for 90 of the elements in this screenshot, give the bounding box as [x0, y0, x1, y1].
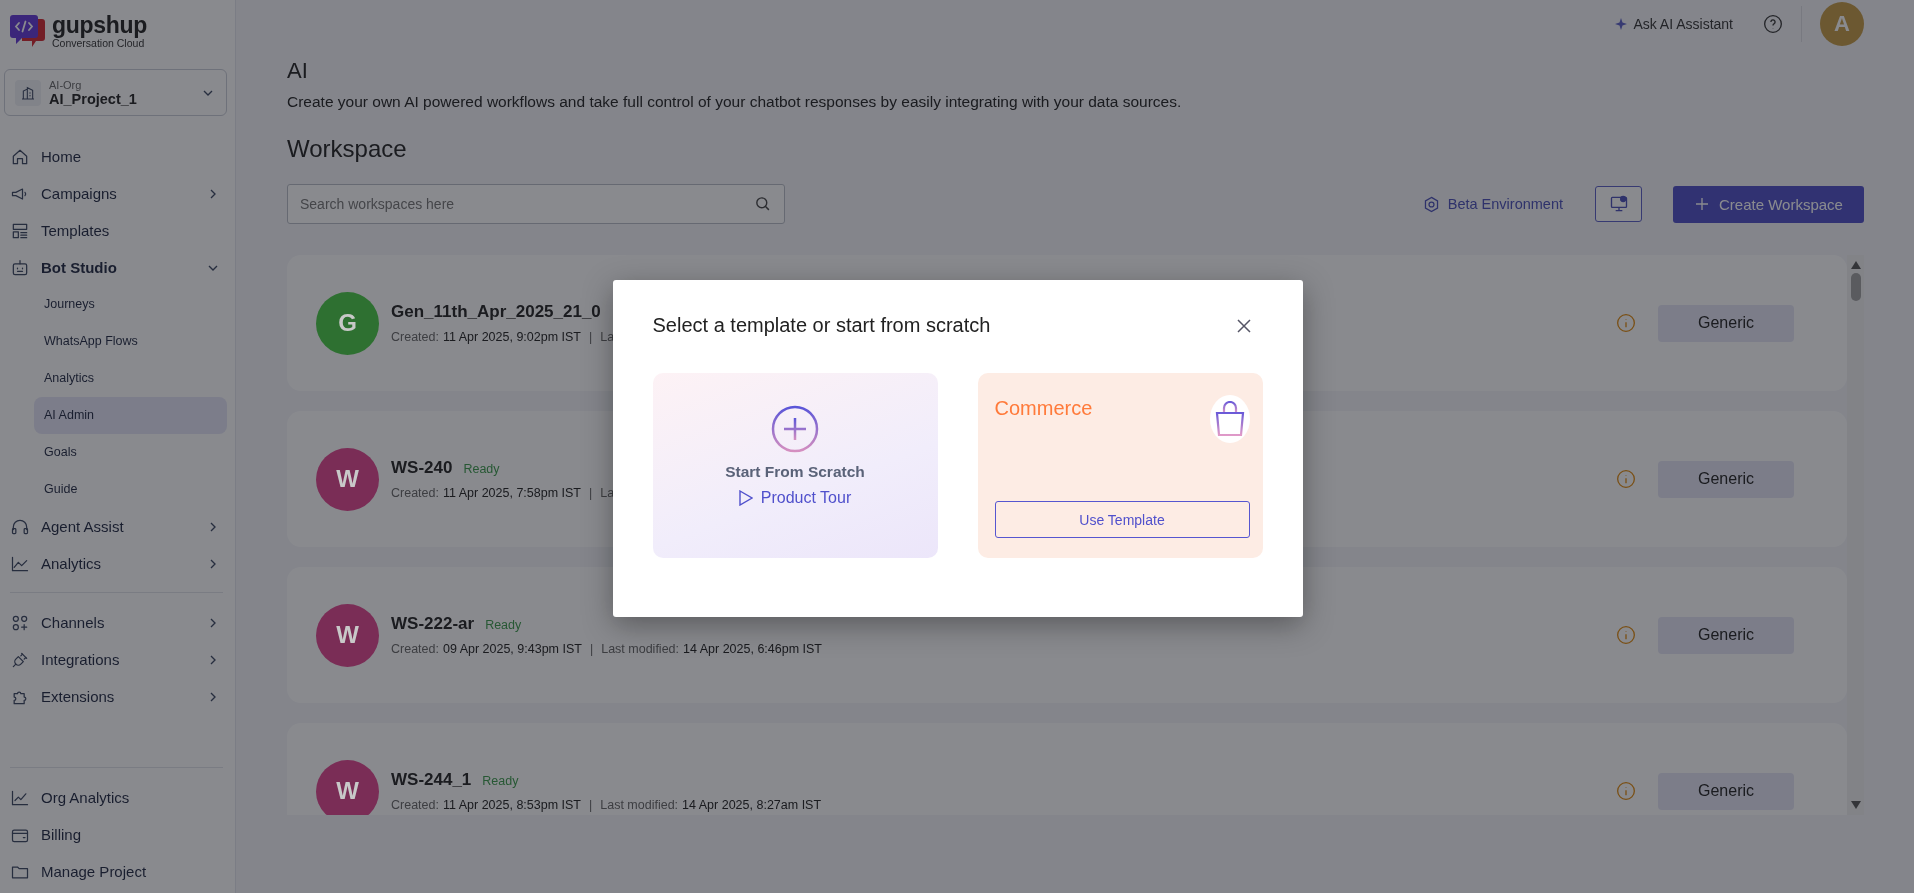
plus-circle-icon — [771, 405, 819, 453]
product-tour-link[interactable]: Product Tour — [738, 489, 852, 507]
sidebar-subitem[interactable]: Guide — [34, 471, 227, 508]
status-label: Ready — [485, 618, 522, 632]
workspace-name[interactable]: WS-244_1 — [391, 770, 472, 790]
use-template-button[interactable]: Use Template — [994, 501, 1250, 538]
template-title: Commerce — [994, 397, 1093, 420]
modified-label: La — [600, 486, 615, 500]
sidebar-subitem[interactable]: WhatsApp Flows — [34, 323, 227, 360]
workspace-avatar: W — [316, 447, 379, 511]
workspace-name[interactable]: WS-240 — [391, 458, 453, 478]
monitor-button[interactable] — [1595, 186, 1642, 222]
info-icon — [1616, 625, 1636, 645]
status-label: Ready — [482, 774, 519, 788]
project-name: AI_Project_1 — [49, 90, 138, 107]
plus-icon — [1694, 196, 1710, 212]
help-icon — [1763, 14, 1783, 34]
monitor-icon — [1608, 194, 1629, 214]
created-label: Created: — [391, 486, 439, 500]
workspace-avatar: W — [316, 603, 379, 667]
created-label: Created: — [391, 642, 439, 656]
workspace-type-button[interactable]: Generic — [1658, 460, 1794, 498]
search-field[interactable]: Search workspaces here — [287, 184, 785, 224]
sidebar-item[interactable]: Campaigns — [0, 175, 235, 212]
workspace-type-button[interactable]: Generic — [1658, 304, 1794, 342]
section-title: Workspace — [287, 134, 408, 164]
sidebar-item[interactable]: Bot Studio — [0, 249, 235, 286]
scroll-down-icon — [1850, 801, 1861, 809]
scrollbar-thumb[interactable] — [1850, 273, 1861, 301]
modified-label: Last modified: — [600, 798, 679, 812]
org-name: AI-Org — [49, 78, 83, 91]
page-description: Create your own AI powered workflows and take full control of your chatbot responses by easily integrating with your data sources. — [287, 93, 1183, 111]
sidebar-item[interactable]: Home — [0, 138, 235, 175]
created-date: 09 Apr 2025, 9:43pm IST — [442, 642, 582, 656]
hexagon-icon — [1422, 195, 1440, 213]
ai-assistant-link[interactable]: Ask AI Assistant — [1615, 16, 1745, 32]
created-label: Created: — [391, 798, 439, 812]
created-date: 11 Apr 2025, 7:58pm IST — [442, 486, 581, 500]
workspace-name[interactable]: WS-222-ar — [391, 614, 475, 634]
created-date: 11 Apr 2025, 9:02pm IST — [442, 330, 581, 344]
separator: | — [589, 798, 593, 812]
option-title: Start From Scratch — [725, 463, 865, 481]
workspace-type-button[interactable]: Generic — [1658, 616, 1794, 654]
sidebar-subitem[interactable]: Journeys — [34, 286, 227, 323]
workspace-avatar: G — [316, 291, 379, 355]
beta-environment-button[interactable]: Beta Environment — [1416, 194, 1569, 214]
close-icon — [1236, 318, 1251, 333]
dialog-title: Select a template or start from scratch — [652, 314, 991, 337]
modified-label: Last modified: — [601, 642, 679, 656]
start-from-scratch-card[interactable]: Start From Scratch Product Tour — [652, 373, 938, 558]
separator: | — [589, 330, 593, 344]
play-icon — [738, 490, 753, 506]
sidebar-item[interactable]: Org Analytics — [0, 779, 235, 816]
sidebar-subitem[interactable]: Goals — [34, 434, 227, 471]
sidebar-subitem[interactable]: AI Admin — [34, 397, 227, 434]
brand-tagline: Conversation Cloud — [52, 36, 145, 50]
search-icon — [754, 195, 771, 212]
info-icon — [1616, 469, 1636, 489]
brand-name: gupshup — [52, 12, 147, 37]
close-button[interactable] — [1236, 318, 1251, 333]
info-icon — [1616, 313, 1636, 333]
page-title: AI — [287, 57, 309, 85]
create-workspace-button[interactable]: Create Workspace — [1673, 185, 1864, 223]
sidebar-item[interactable]: Billing — [0, 816, 235, 853]
workspace-type-button[interactable]: Generic — [1658, 772, 1794, 810]
workspace-name[interactable]: Gen_11th_Apr_2025_21_0 — [391, 302, 601, 322]
sidebar-item[interactable]: Manage Project — [0, 853, 235, 890]
scroll-up-icon — [1850, 261, 1861, 269]
created-label: Created: — [391, 330, 439, 344]
separator: | — [589, 642, 594, 656]
workspace-avatar: W — [316, 759, 379, 815]
info-icon — [1616, 781, 1636, 801]
sidebar-item[interactable]: Integrations — [0, 641, 235, 678]
modified-date: 14 Apr 2025, 8:27am IST — [682, 798, 822, 812]
sparkle-icon — [1615, 18, 1628, 30]
sidebar-item[interactable]: Extensions — [0, 678, 235, 715]
sidebar-item[interactable]: Agent Assist — [0, 508, 235, 545]
modified-date: 14 Apr 2025, 6:46pm IST — [683, 642, 822, 656]
template-card[interactable]: Commerce Use Template — [977, 373, 1263, 558]
created-date: 11 Apr 2025, 8:53pm IST — [442, 798, 581, 812]
project-selector[interactable]: AI-Org AI_Project_1 — [4, 69, 227, 116]
sidebar-item[interactable]: Channels — [0, 604, 235, 641]
modified-label: La — [600, 330, 615, 344]
robot-icon — [10, 257, 30, 278]
building-icon — [20, 84, 36, 101]
sidebar-item[interactable]: Analytics — [0, 545, 235, 582]
sidebar-subitem[interactable]: Analytics — [34, 360, 227, 397]
separator: | — [589, 486, 593, 500]
sidebar-item[interactable]: Templates — [0, 212, 235, 249]
status-label: Ready — [463, 462, 500, 476]
